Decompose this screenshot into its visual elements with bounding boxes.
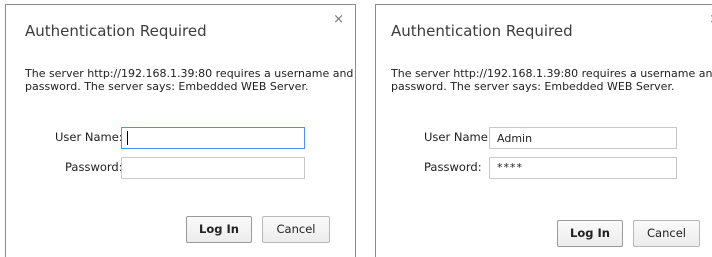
cancel-button[interactable]: Cancel — [262, 216, 330, 243]
message-line-2: password. The server says: Embedded WEB … — [391, 80, 675, 93]
message-line-2: password. The server says: Embedded WEB … — [25, 80, 309, 93]
password-label: Password: — [424, 160, 482, 174]
auth-dialog-filled: Authentication Required × The server htt… — [375, 4, 712, 257]
username-input[interactable]: Admin — [489, 127, 677, 149]
username-label: User Name: — [424, 130, 492, 144]
dialog-message: The server http://192.168.1.39:80 requir… — [391, 67, 712, 93]
message-line-1: The server http://192.168.1.39:80 requir… — [25, 67, 354, 80]
password-input[interactable] — [121, 157, 305, 179]
dialog-title: Authentication Required — [391, 22, 573, 40]
auth-dialog-empty: Authentication Required × The server htt… — [5, 4, 356, 257]
password-input[interactable]: **** — [489, 157, 677, 179]
message-line-1: The server http://192.168.1.39:80 requir… — [391, 67, 712, 80]
username-value: Admin — [497, 132, 533, 145]
login-button[interactable]: Log In — [186, 216, 252, 243]
dialog-message: The server http://192.168.1.39:80 requir… — [25, 67, 355, 93]
dialog-title: Authentication Required — [25, 22, 207, 40]
username-label: User Name: — [55, 130, 123, 144]
password-value: **** — [497, 161, 523, 174]
text-caret — [127, 131, 128, 145]
password-label: Password: — [65, 160, 123, 174]
login-button[interactable]: Log In — [557, 220, 623, 247]
close-icon[interactable]: × — [333, 13, 344, 26]
username-input[interactable] — [121, 127, 305, 149]
cancel-button[interactable]: Cancel — [633, 220, 700, 247]
